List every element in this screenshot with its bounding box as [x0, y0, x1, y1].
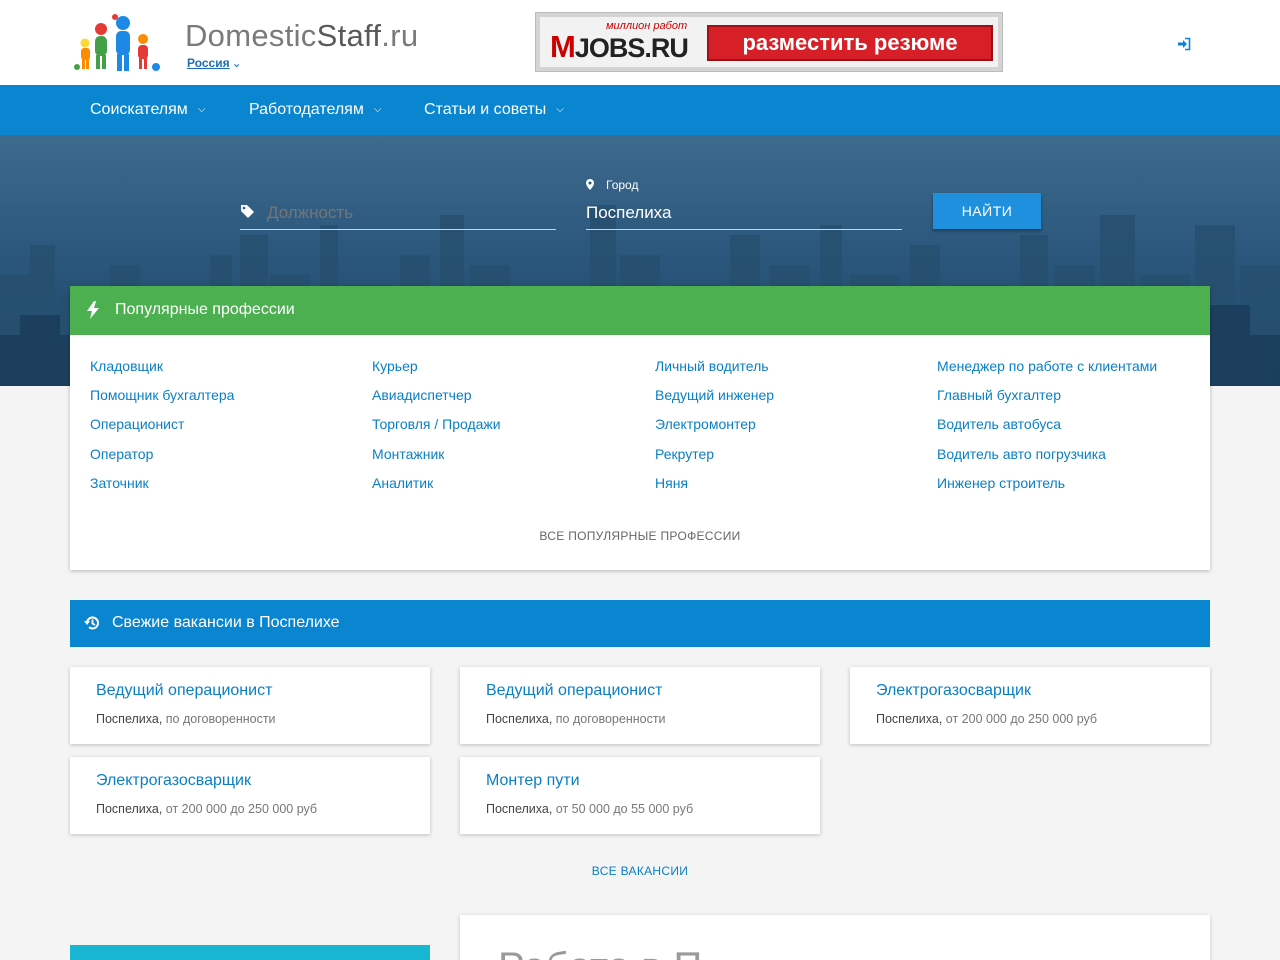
job-city: Поспелиха,	[486, 712, 553, 726]
chevron-down-icon: ⌄	[231, 56, 242, 70]
profession-link[interactable]: Водитель авто погрузчика	[937, 446, 1106, 462]
nav-item-seekers[interactable]: Соискателям ⌵	[90, 85, 205, 135]
city-work-heading: Работа в П	[498, 945, 702, 960]
profession-link[interactable]: Менеджер по работе с клиентами	[937, 358, 1157, 374]
profession-link[interactable]: Рекрутер	[655, 446, 714, 462]
sign-in-icon[interactable]	[1177, 37, 1191, 51]
chevron-down-icon: ⌵	[197, 104, 206, 115]
region-label: Россия	[187, 56, 230, 70]
city-underline	[586, 229, 902, 230]
job-city: Поспелиха,	[486, 802, 553, 816]
all-popular-professions-link[interactable]: ВСЕ ПОПУЛЯРНЫЕ ПРОФЕССИИ	[70, 529, 1210, 543]
job-title[interactable]: Электрогазосварщик	[876, 682, 1031, 700]
site-brand[interactable]: DomesticStaff.ru	[185, 18, 418, 54]
job-title[interactable]: Ведущий операционист	[96, 682, 272, 700]
profession-link[interactable]: Водитель автобуса	[937, 416, 1061, 432]
city-work-card: Работа в П	[460, 915, 1210, 960]
job-card[interactable]: Ведущий операционист Поспелиха, по догов…	[460, 667, 820, 744]
region-selector[interactable]: Россия ⌄	[187, 56, 242, 70]
job-meta: Поспелиха, от 200 000 до 250 000 руб	[876, 712, 1097, 726]
fresh-vacancies-header: Свежие вакансии в Поспелихе	[70, 600, 1210, 647]
profession-link[interactable]: Инженер строитель	[937, 475, 1065, 491]
job-salary: от 200 000 до 250 000 руб	[942, 712, 1098, 726]
banner-logo: MJOBS.RU	[550, 29, 689, 65]
search-button[interactable]: НАЙТИ	[933, 193, 1041, 229]
job-salary: от 50 000 до 55 000 руб	[552, 802, 694, 816]
job-title[interactable]: Ведущий операционист	[486, 682, 662, 700]
profession-link[interactable]: Главный бухгалтер	[937, 387, 1061, 403]
banner-logo-m: M	[550, 29, 576, 64]
job-city: Поспелиха,	[96, 802, 163, 816]
all-vacancies-link[interactable]: ВСЕ ВАКАНСИИ	[0, 864, 1280, 878]
banner-tagline: миллион работ	[606, 20, 688, 32]
site-header: DomesticStaff.ru Россия ⌄ MJOBS.RU миллио…	[0, 0, 1280, 85]
brand-tld: .ru	[381, 18, 419, 53]
tag-icon	[241, 205, 254, 218]
bolt-icon	[87, 301, 99, 319]
profession-link[interactable]: Заточник	[90, 475, 149, 491]
profession-link[interactable]: Курьер	[372, 358, 418, 374]
profession-link[interactable]: Электромонтер	[655, 416, 756, 432]
job-card[interactable]: Ведущий операционист Поспелиха, по догов…	[70, 667, 430, 744]
history-icon	[84, 616, 99, 630]
popular-professions-title: Популярные профессии	[115, 301, 295, 318]
nav-item-label: Статьи и советы	[424, 101, 547, 118]
job-city: Поспелиха,	[876, 712, 943, 726]
profession-link[interactable]: Кладовщик	[90, 358, 163, 374]
brand-light: Domestic	[185, 18, 317, 53]
map-marker-icon	[586, 179, 594, 190]
banner-logo-text: JOBS.RU	[574, 33, 689, 63]
job-meta: Поспелиха, по договоренности	[96, 712, 276, 726]
mjobs-banner[interactable]: MJOBS.RU миллион работ разместить резюме	[535, 12, 1003, 72]
family-logo-icon[interactable]	[73, 13, 163, 75]
position-input[interactable]	[267, 201, 552, 225]
brand-bold: Staff	[316, 18, 382, 53]
profession-link[interactable]: Оператор	[90, 446, 153, 462]
profession-link[interactable]: Ведущий инженер	[655, 387, 774, 403]
nav-item-label: Работодателям	[249, 101, 364, 118]
job-meta: Поспелиха, от 50 000 до 55 000 руб	[486, 802, 693, 816]
profession-link[interactable]: Аналитик	[372, 475, 433, 491]
profession-link[interactable]: Авиадиспетчер	[372, 387, 472, 403]
job-card[interactable]: Электрогазосварщик Поспелиха, от 200 000…	[850, 667, 1210, 744]
job-card[interactable]: Монтер пути Поспелиха, от 50 000 до 55 0…	[460, 757, 820, 834]
profession-link[interactable]: Личный водитель	[655, 358, 769, 374]
fresh-vacancies-title: Свежие вакансии в Поспелихе	[112, 614, 340, 631]
city-input[interactable]: Поспелиха	[586, 203, 671, 223]
popular-professions-header: Популярные профессии	[70, 286, 1210, 335]
position-underline	[240, 229, 556, 230]
banner-body: MJOBS.RU миллион работ разместить резюме	[540, 17, 998, 67]
main-nav: Соискателям ⌵ Работодателям ⌵ Статьи и сов…	[0, 85, 1280, 135]
nav-item-employers[interactable]: Работодателям ⌵	[249, 85, 381, 135]
job-card[interactable]: Электрогазосварщик Поспелиха, от 200 000…	[70, 757, 430, 834]
profession-link[interactable]: Торговля / Продажи	[372, 416, 501, 432]
job-salary: по договоренности	[162, 712, 276, 726]
sidebar-widget-header	[70, 945, 430, 960]
job-title[interactable]: Электрогазосварщик	[96, 772, 251, 790]
job-title[interactable]: Монтер пути	[486, 772, 580, 790]
banner-cta-button[interactable]: разместить резюме	[707, 25, 993, 61]
job-meta: Поспелиха, от 200 000 до 250 000 руб	[96, 802, 317, 816]
chevron-down-icon: ⌵	[556, 104, 564, 115]
popular-professions-card: Популярные профессии Кладовщик Помощник …	[70, 286, 1210, 570]
chevron-down-icon: ⌵	[373, 104, 382, 115]
profession-link[interactable]: Помощник бухгалтера	[90, 387, 234, 403]
city-label: Город	[606, 178, 639, 192]
job-salary: от 200 000 до 250 000 руб	[162, 802, 318, 816]
nav-item-articles[interactable]: Статьи и советы ⌵	[424, 85, 564, 135]
nav-item-label: Соискателям	[90, 101, 188, 118]
job-salary: по договоренности	[552, 712, 666, 726]
job-meta: Поспелиха, по договоренности	[486, 712, 666, 726]
job-city: Поспелиха,	[96, 712, 163, 726]
profession-link[interactable]: Няня	[655, 475, 688, 491]
profession-link[interactable]: Монтажник	[372, 446, 444, 462]
profession-link[interactable]: Операционист	[90, 416, 184, 432]
